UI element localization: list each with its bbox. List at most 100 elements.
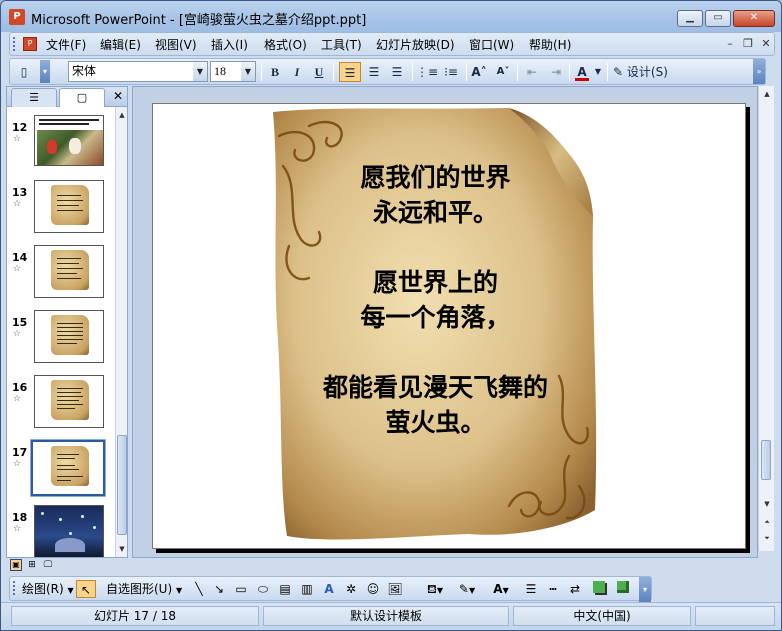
textbox-tool-button[interactable]: ▤	[276, 580, 294, 598]
font-color-draw-button[interactable]: A▼	[488, 580, 514, 598]
current-slide[interactable]: 愿我们的世界 永远和平。 愿世界上的 每一个角落， 都能看见漫天飞舞的 萤火虫。	[152, 103, 746, 549]
scroll-down-icon[interactable]: ▼	[761, 498, 773, 510]
decrease-indent-button[interactable]: ⇤	[521, 62, 543, 82]
slide-thumbnail[interactable]	[34, 115, 104, 166]
menu-slideshow[interactable]: 幻灯片放映(D)	[376, 36, 455, 53]
doc-minimize-icon[interactable]: –	[722, 36, 738, 52]
outline-tab[interactable]: ☰	[11, 88, 57, 107]
slide-thumbnail[interactable]	[34, 505, 104, 557]
slide-body-text[interactable]: 愿我们的世界 永远和平。 愿世界上的 每一个角落， 都能看见漫天飞舞的 萤火虫。	[269, 160, 602, 440]
select-objects-button[interactable]: ↖	[76, 580, 96, 598]
dash-style-button[interactable]: ┅	[544, 580, 562, 598]
thumbnail-row-17[interactable]: 17 ☆	[7, 439, 115, 500]
previous-slide-icon[interactable]: ⏶	[761, 516, 773, 528]
scroll-up-icon[interactable]: ▲	[116, 109, 128, 121]
slides-tab[interactable]: ▢	[59, 88, 105, 108]
chevron-down-icon[interactable]: ▼	[241, 62, 255, 81]
align-center-button[interactable]: ☰	[363, 62, 385, 82]
wordart-button[interactable]: A	[320, 580, 338, 598]
clipart-button[interactable]: ☺	[364, 580, 382, 598]
numbering-button[interactable]: ⋮≡	[416, 62, 438, 82]
italic-button[interactable]: I	[287, 62, 307, 82]
slide-thumbnail[interactable]	[34, 310, 104, 363]
thumbnail-row-16[interactable]: 16 ☆	[7, 375, 115, 435]
scrollbar-thumb[interactable]	[761, 440, 771, 480]
increase-font-button[interactable]: A˄	[468, 62, 490, 82]
minimize-button[interactable]: ▁	[677, 10, 703, 27]
powerpoint-app-icon[interactable]: P	[9, 9, 25, 25]
underline-button[interactable]: U	[309, 62, 329, 82]
doc-close-icon[interactable]: ✕	[758, 36, 774, 52]
toolbar-chevron-icon[interactable]: ▾	[639, 577, 651, 602]
menu-format[interactable]: 格式(O)	[264, 36, 307, 53]
new-document-icon[interactable]: ▯	[14, 62, 34, 82]
arrow-tool-button[interactable]: ↘	[210, 580, 228, 598]
oval-tool-button[interactable]: ⬭	[254, 580, 272, 598]
thumbnail-row-13[interactable]: 13 ☆	[7, 180, 115, 240]
toolbar-grip-icon[interactable]	[13, 37, 17, 51]
font-size-combo[interactable]: 18 ▼	[210, 61, 256, 82]
menu-tools[interactable]: 工具(T)	[321, 36, 362, 53]
doc-restore-icon[interactable]: ❐	[740, 36, 756, 52]
scroll-down-icon[interactable]: ▼	[116, 543, 128, 555]
align-right-button[interactable]: ☰	[386, 62, 408, 82]
slide-thumbnail[interactable]	[34, 245, 104, 298]
thumbnail-row-15[interactable]: 15 ☆	[7, 310, 115, 370]
line-color-button[interactable]: ✎▼	[454, 580, 480, 598]
vertical-textbox-button[interactable]: ▥	[298, 580, 316, 598]
menu-window[interactable]: 窗口(W)	[469, 36, 514, 53]
bulleted-list-icon: ⁝≡	[444, 65, 458, 79]
increase-indent-button[interactable]: ⇥	[545, 62, 567, 82]
font-color-button[interactable]: A	[572, 62, 592, 82]
bullets-button[interactable]: ⁝≡	[440, 62, 462, 82]
menu-edit[interactable]: 编辑(E)	[100, 36, 141, 53]
menu-help[interactable]: 帮助(H)	[529, 36, 571, 53]
toolbar-options-icon[interactable]: ▾	[40, 60, 50, 83]
thumbnail-scrollbar[interactable]: ▲ ▼	[115, 107, 127, 557]
slide-sorter-icon[interactable]: ⊞	[26, 559, 38, 571]
line-tool-button[interactable]: ╲	[190, 580, 208, 598]
thumbnail-row-14[interactable]: 14 ☆	[7, 245, 115, 305]
slideshow-view-icon[interactable]: 🖵	[42, 559, 54, 571]
draw-menu-button[interactable]: 绘图(R) ▼	[22, 580, 74, 598]
font-name-value: 宋体	[72, 64, 97, 78]
arrow-style-button[interactable]: ⇄	[566, 580, 584, 598]
bold-button[interactable]: B	[265, 62, 285, 82]
close-pane-icon[interactable]: ✕	[113, 89, 123, 103]
animation-star-icon: ☆	[13, 264, 22, 274]
font-name-combo[interactable]: 宋体 ▼	[68, 61, 208, 82]
autoshapes-button[interactable]: 自选图形(U) ▼	[106, 580, 182, 598]
scrollbar-thumb[interactable]	[117, 435, 127, 535]
fill-color-button[interactable]: ⛾▼	[422, 580, 448, 598]
align-left-button[interactable]: ☰	[339, 62, 361, 82]
slide-thumbnail[interactable]	[34, 375, 104, 428]
diagram-button[interactable]: ✲	[342, 580, 360, 598]
scroll-up-icon[interactable]: ▲	[761, 88, 773, 100]
next-slide-icon[interactable]: ⏷	[761, 532, 773, 544]
document-icon[interactable]: P	[23, 37, 37, 51]
line-style-button[interactable]: ☰	[522, 580, 540, 598]
slide-thumbnail-selected[interactable]	[30, 439, 106, 497]
toolbar-grip-icon[interactable]	[13, 581, 17, 595]
editor-scrollbar[interactable]: ▲ ▼ ⏶ ⏷	[758, 86, 774, 551]
slide-number: 14	[12, 251, 28, 264]
toolbar-chevron-icon[interactable]: »	[753, 59, 765, 84]
menu-insert[interactable]: 插入(I)	[211, 36, 248, 53]
normal-view-icon[interactable]: ▣	[10, 559, 22, 571]
slide-thumbnail[interactable]	[34, 180, 104, 233]
thumbnail-row-18[interactable]: 18 ☆	[7, 505, 115, 557]
menu-view[interactable]: 视图(V)	[155, 36, 197, 53]
language-status: 中文(中国)	[513, 606, 691, 626]
shadow-style-button[interactable]	[590, 580, 608, 598]
decrease-font-button[interactable]: A˅	[492, 62, 514, 82]
maximize-button[interactable]: ▭	[705, 10, 731, 27]
close-button[interactable]: ✕	[733, 10, 775, 27]
menu-file[interactable]: 文件(F)	[46, 36, 86, 53]
rectangle-tool-button[interactable]: ▭	[232, 580, 250, 598]
insert-picture-button[interactable]: 🖼	[386, 580, 404, 598]
font-color-dropdown[interactable]: ▼	[593, 62, 603, 82]
chevron-down-icon[interactable]: ▼	[193, 62, 207, 81]
design-button[interactable]: ✎ 设计(S)	[611, 62, 675, 82]
3d-style-button[interactable]	[614, 580, 632, 598]
thumbnail-row-12[interactable]: 12 ☆	[7, 115, 115, 175]
